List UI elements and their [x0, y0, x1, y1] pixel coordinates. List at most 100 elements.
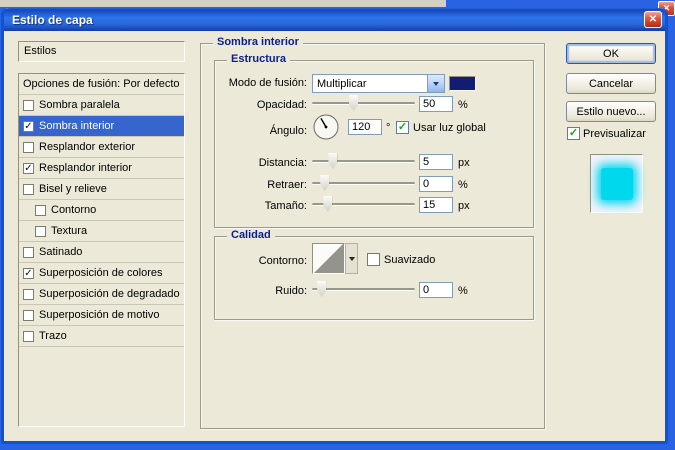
style-checkbox[interactable] [35, 225, 46, 237]
preview-checkbox[interactable]: ✓ [567, 127, 580, 140]
quality-group: Calidad Contorno: Suavizado Ruido: % [214, 229, 534, 320]
contour-label: Contorno: [258, 255, 307, 267]
style-label: Opciones de fusión: Por defecto [23, 78, 180, 90]
noise-label: Ruido: [275, 285, 307, 297]
style-list-item[interactable]: ✓ Superposición de colores [19, 263, 184, 284]
styles-header[interactable]: Estilos [18, 41, 185, 62]
style-label: Sombra paralela [39, 99, 120, 111]
angle-label: Ángulo: [269, 125, 307, 137]
dropdown-arrow-button[interactable] [427, 75, 444, 92]
size-slider-thumb[interactable] [323, 196, 333, 212]
slider-track [312, 288, 415, 291]
style-list-item[interactable]: Trazo [19, 326, 184, 347]
style-checkbox[interactable] [23, 309, 34, 321]
size-slider[interactable] [312, 196, 415, 212]
style-checkbox[interactable] [23, 246, 34, 258]
style-list-item[interactable]: Resplandor exterior [19, 137, 184, 158]
blend-color-swatch[interactable] [449, 76, 476, 91]
angle-dial[interactable] [312, 113, 340, 141]
antialias-checkbox[interactable] [367, 253, 380, 266]
opacity-slider-thumb[interactable] [349, 95, 359, 111]
style-checkbox[interactable] [23, 141, 34, 153]
style-label: Sombra interior [39, 120, 115, 132]
style-list-item[interactable]: Opciones de fusión: Por defecto [19, 74, 184, 95]
style-checkbox[interactable]: ✓ [23, 120, 34, 132]
contour-dropdown-button[interactable] [345, 243, 358, 274]
opacity-input[interactable] [419, 96, 453, 112]
choke-slider[interactable] [312, 175, 415, 191]
style-checkbox[interactable] [35, 204, 46, 216]
size-input[interactable] [419, 197, 453, 213]
preview-color [600, 167, 633, 200]
style-list-item[interactable]: Sombra paralela [19, 95, 184, 116]
noise-input[interactable] [419, 282, 453, 298]
choke-input[interactable] [419, 176, 453, 192]
ok-button[interactable]: OK [566, 43, 656, 64]
opacity-label: Opacidad: [256, 99, 307, 111]
structure-group: Estructura Modo de fusión: Multiplicar O… [214, 53, 534, 228]
dialog-title: Estilo de capa [12, 12, 93, 27]
style-list-item[interactable]: ✓ Resplandor interior [19, 158, 184, 179]
style-list-item[interactable]: Superposición de motivo [19, 305, 184, 326]
inner-shadow-panel: Sombra interior Estructura Modo de fusió… [200, 36, 545, 429]
style-label: Superposición de colores [39, 267, 163, 279]
style-label: Contorno [51, 204, 97, 216]
distance-slider[interactable] [312, 153, 415, 169]
slider-track [312, 102, 415, 105]
contour-picker[interactable] [312, 243, 345, 274]
quality-legend: Calidad [227, 229, 275, 241]
style-label: Trazo [39, 330, 67, 342]
check-icon: ✓ [568, 127, 579, 139]
style-label: Superposición de motivo [39, 309, 160, 321]
dialog-close-button[interactable]: ✕ [644, 11, 662, 28]
chevron-down-icon [348, 256, 355, 261]
style-list-item[interactable]: Bisel y relieve [19, 179, 184, 200]
layer-style-dialog: Estilo de capa ✕ Estilos Opciones de fus… [1, 8, 668, 444]
styles-header-label: Estilos [24, 45, 57, 57]
cancel-button[interactable]: Cancelar [566, 73, 656, 94]
distance-slider-thumb[interactable] [328, 153, 338, 169]
choke-unit: % [458, 179, 468, 191]
new-style-button[interactable]: Estilo nuevo... [566, 101, 656, 122]
structure-legend: Estructura [227, 53, 291, 65]
style-checkbox[interactable]: ✓ [23, 162, 34, 174]
style-checkbox[interactable] [23, 288, 34, 300]
distance-unit: px [458, 157, 470, 169]
size-unit: px [458, 200, 470, 212]
antialias-label: Suavizado [384, 254, 436, 266]
style-list-item[interactable]: Contorno [19, 200, 184, 221]
style-label: Superposición de degradado [39, 288, 180, 300]
styles-list: Opciones de fusión: Por defecto Sombra pa… [18, 73, 185, 427]
global-light-checkbox[interactable]: ✓ [396, 121, 409, 134]
style-checkbox[interactable]: ✓ [23, 267, 34, 279]
dialog-titlebar[interactable]: Estilo de capa ✕ [4, 8, 665, 31]
check-icon: ✓ [397, 121, 408, 133]
noise-slider-thumb[interactable] [317, 281, 327, 297]
style-label: Satinado [39, 246, 83, 258]
chevron-down-icon [433, 81, 439, 86]
opacity-slider[interactable] [312, 95, 415, 111]
style-label: Textura [51, 225, 88, 237]
style-checkbox[interactable] [23, 99, 34, 111]
blend-mode-value: Multiplicar [317, 77, 367, 90]
noise-unit: % [458, 285, 468, 297]
blend-mode-dropdown[interactable]: Multiplicar [312, 74, 445, 93]
angle-input[interactable] [348, 119, 382, 135]
noise-slider[interactable] [312, 281, 415, 297]
style-checkbox[interactable] [23, 330, 34, 342]
angle-unit: ° [386, 122, 391, 134]
style-list-item[interactable]: Superposición de degradado [19, 284, 184, 305]
distance-label: Distancia: [258, 157, 307, 169]
choke-slider-thumb[interactable] [320, 175, 330, 191]
global-light-label: Usar luz global [413, 122, 486, 134]
style-list-item[interactable]: Satinado [19, 242, 184, 263]
style-list-item[interactable]: ✓ Sombra interior [19, 116, 184, 137]
panel-title: Sombra interior [213, 36, 303, 48]
distance-input[interactable] [419, 154, 453, 170]
choke-label: Retraer: [267, 179, 307, 191]
background-window-edge [0, 0, 446, 7]
blend-mode-label: Modo de fusión: [228, 77, 307, 89]
style-list-item[interactable]: Textura [19, 221, 184, 242]
style-checkbox[interactable] [23, 183, 34, 195]
opacity-unit: % [458, 99, 468, 111]
